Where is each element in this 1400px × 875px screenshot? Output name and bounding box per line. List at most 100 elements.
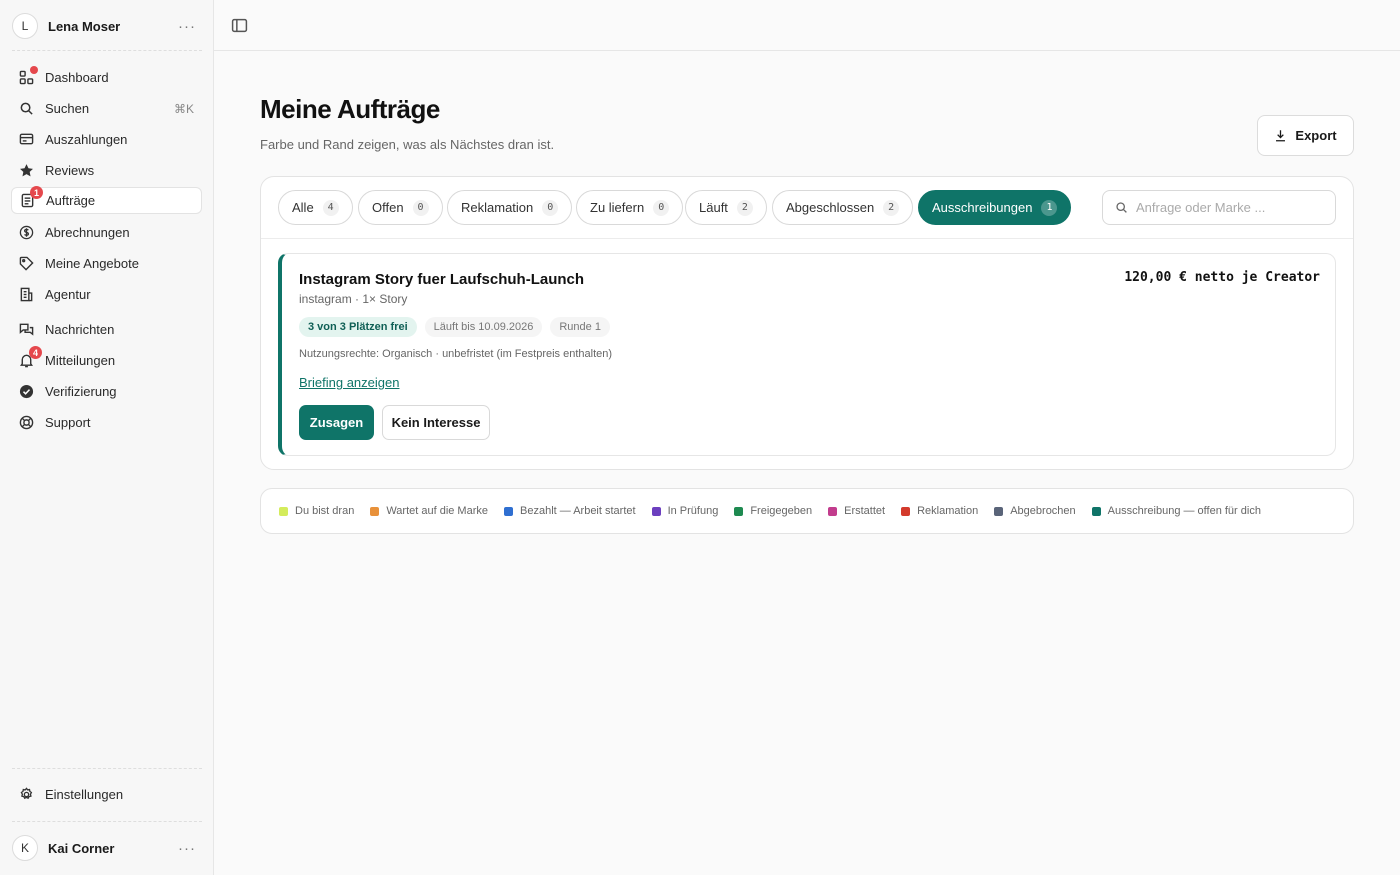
secondary-account[interactable]: K Kai Corner ··· [12, 834, 202, 862]
more-options-icon[interactable]: ··· [178, 840, 202, 857]
legend-item: Wartet auf die Marke [370, 505, 488, 517]
legend-swatch [828, 506, 838, 516]
sidebar-item-label: Aufträge [46, 193, 96, 208]
chip-label: Alle [292, 200, 314, 215]
sidebar-item-search[interactable]: Suchen ⌘K [11, 95, 202, 122]
card-title: Instagram Story fuer Laufschuh-Launch [299, 271, 585, 288]
user-name: Kai Corner [48, 840, 115, 856]
filter-chip-tenders[interactable]: Ausschreibungen 1 [918, 190, 1072, 225]
sidebar-item-label: Reviews [45, 163, 95, 178]
download-icon [1276, 130, 1286, 142]
filter-chip-all[interactable]: Alle 4 [278, 190, 353, 225]
legend-swatch [504, 506, 513, 516]
sidebar-item-dashboard[interactable]: Dashboard [11, 64, 202, 91]
sidebar-item-notifications[interactable]: 4 Mitteilungen [11, 346, 202, 374]
usage-rights: Nutzungsrechte: Organisch · unbefristet … [299, 348, 613, 360]
status-legend: Du bist dran Wartet auf die Marke Bezahlt … [260, 488, 1354, 534]
sidebar-item-label: Agentur [45, 287, 91, 302]
legend-item: Du bist dran [279, 505, 354, 517]
round-badge: Runde 1 [550, 317, 610, 337]
lifebuoy-icon [19, 415, 34, 430]
legend-label: Reklamation [917, 505, 979, 517]
chat-icon [19, 322, 34, 337]
dollar-circle-icon [19, 225, 34, 240]
account-switcher[interactable]: L Lena Moser ··· [12, 12, 202, 40]
filter-chip-to-deliver[interactable]: Zu liefern 0 [576, 190, 684, 225]
tag-icon [19, 256, 34, 271]
legend-swatch [994, 506, 1004, 516]
bell-icon: 4 [19, 346, 42, 368]
orders-icon: 1 [20, 186, 43, 208]
filter-chip-running[interactable]: Läuft 2 [685, 190, 767, 225]
legend-item: Abgebrochen [994, 505, 1076, 517]
sidebar-item-orders[interactable]: 1 Aufträge [11, 186, 202, 214]
legend-item: Reklamation [901, 505, 978, 517]
sidebar-item-label: Auszahlungen [45, 132, 128, 147]
sidebar-item-label: Dashboard [45, 70, 109, 85]
legend-item: Freigegeben [734, 505, 812, 517]
sidebar-item-billing[interactable]: Abrechnungen [11, 219, 202, 246]
filter-chip-completed[interactable]: Abgeschlossen 2 [772, 190, 914, 225]
page-subtitle: Farbe und Rand zeigen, was als Nächstes … [260, 137, 555, 152]
legend-item: In Prüfung [651, 505, 718, 517]
legend-swatch [370, 506, 380, 516]
chip-count: 0 [412, 199, 429, 216]
legend-swatch [651, 506, 661, 516]
sidebar-item-label: Einstellungen [45, 787, 124, 802]
user-name: Lena Moser [48, 18, 121, 34]
filter-bar: Alle 4 Offen 0 Reklamation 0 Zu liefern … [261, 177, 1353, 239]
sidebar-item-label: Suchen [45, 101, 90, 116]
decline-button[interactable]: Kein Interesse [382, 405, 490, 440]
filter-chip-complaint[interactable]: Reklamation 0 [447, 190, 573, 225]
card-price: 120,00 € netto je Creator [1124, 270, 1320, 285]
accept-button[interactable]: Zusagen [299, 405, 374, 440]
sidebar-item-reviews[interactable]: Reviews [11, 157, 202, 184]
sidebar-item-support[interactable]: Support [11, 409, 202, 436]
receipt-icon [19, 132, 34, 147]
sidebar-item-label: Support [45, 415, 91, 430]
chip-label: Ausschreibungen [932, 200, 1033, 215]
legend-label: Freigegeben [750, 505, 813, 517]
divider [12, 50, 202, 51]
legend-swatch [734, 506, 744, 516]
export-button[interactable]: Export [1257, 115, 1354, 156]
chip-label: Läuft [699, 200, 728, 215]
avatar: L [12, 13, 38, 39]
sidebar-item-label: Abrechnungen [45, 225, 130, 240]
deadline-badge: Läuft bis 10.09.2026 [424, 317, 543, 337]
sidebar-item-payouts[interactable]: Auszahlungen [11, 126, 202, 153]
sidebar-toggle-icon[interactable] [231, 17, 248, 34]
building-icon [19, 287, 34, 302]
tag-list: 3 von 3 Plätzen frei Läuft bis 10.09.202… [299, 317, 610, 337]
gear-icon [19, 787, 34, 802]
sidebar-item-verification[interactable]: Verifizierung [11, 378, 202, 405]
search-field[interactable] [1102, 190, 1336, 225]
legend-label: Abgebrochen [1010, 505, 1076, 517]
legend-item: Ausschreibung — offen für dich [1091, 505, 1261, 517]
chip-count: 2 [736, 199, 753, 216]
sidebar-item-messages[interactable]: Nachrichten [11, 316, 202, 343]
sidebar-item-settings[interactable]: Einstellungen [11, 781, 202, 808]
legend-swatch [1091, 506, 1101, 516]
sidebar: L Lena Moser ··· Dashboard Suchen ⌘K Aus… [0, 0, 214, 875]
legend-swatch [901, 506, 911, 516]
chip-label: Abgeschlossen [786, 200, 875, 215]
tender-card: Instagram Story fuer Laufschuh-Launch in… [278, 253, 1336, 456]
search-input[interactable] [1136, 200, 1326, 215]
sidebar-item-label: Mitteilungen [45, 353, 116, 368]
notification-dot [30, 66, 38, 74]
sidebar-item-label: Nachrichten [45, 322, 115, 337]
chip-label: Offen [372, 200, 404, 215]
slots-badge: 3 von 3 Plätzen frei [299, 317, 417, 337]
search-icon [19, 101, 34, 116]
count-badge: 4 [29, 346, 42, 359]
filter-chip-open[interactable]: Offen 0 [358, 190, 443, 225]
legend-label: Bezahlt — Arbeit startet [520, 505, 636, 517]
briefing-link[interactable]: Briefing anzeigen [299, 375, 399, 390]
chip-label: Reklamation [461, 200, 534, 215]
sidebar-item-agency[interactable]: Agentur [11, 281, 202, 308]
more-options-icon[interactable]: ··· [178, 18, 202, 35]
sidebar-item-my-offers[interactable]: Meine Angebote [11, 250, 202, 277]
divider [12, 821, 202, 822]
chip-label: Zu liefern [590, 200, 645, 215]
